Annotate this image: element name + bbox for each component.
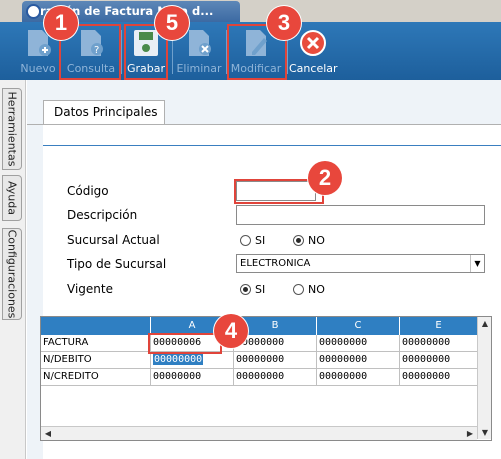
- vigente-label: Vigente: [67, 282, 113, 296]
- toolbar-separator: [121, 30, 122, 74]
- grid-cell[interactable]: 00000000: [234, 352, 317, 369]
- grid-horizontal-scrollbar[interactable]: ◀ ▶: [41, 426, 477, 440]
- descripcion-input[interactable]: [236, 205, 485, 225]
- grid-cell[interactable]: 00000000: [317, 369, 400, 386]
- vigente-no-radio[interactable]: [293, 284, 304, 295]
- vigente-no-label: NO: [308, 283, 325, 296]
- scroll-left-icon[interactable]: ◀: [41, 429, 55, 438]
- grid-column-header[interactable]: E: [400, 317, 478, 335]
- step-badge: 5: [155, 6, 189, 40]
- sucursal-actual-no-radio[interactable]: [293, 235, 304, 246]
- chevron-down-icon[interactable]: ▼: [470, 255, 484, 272]
- step-badge: 4: [214, 314, 248, 348]
- scroll-up-icon[interactable]: ▲: [478, 319, 492, 328]
- scroll-right-icon[interactable]: ▶: [463, 429, 477, 438]
- step-badge: 3: [267, 6, 301, 40]
- highlight-factura-a: [148, 333, 222, 354]
- tab-datos-principales[interactable]: Datos Principales: [43, 100, 165, 124]
- vigente-si-label: SI: [255, 283, 266, 296]
- tipo-sucursal-label: Tipo de Sucursal: [67, 257, 167, 271]
- cancel-icon: [300, 30, 326, 56]
- selected-cell-text: 00000000: [153, 354, 204, 365]
- grid-cell[interactable]: 00000000: [317, 335, 400, 352]
- grid-corner-header: [41, 317, 151, 335]
- grid-row-label: N/CREDITO: [41, 369, 151, 386]
- sucursal-actual-si-radio[interactable]: [240, 235, 251, 246]
- grid-cell-selected[interactable]: 00000000: [151, 352, 234, 369]
- sucursal-actual-label: Sucursal Actual: [67, 233, 160, 247]
- grid-cell[interactable]: 00000000: [400, 352, 478, 369]
- grid-column-header[interactable]: C: [317, 317, 400, 335]
- grid-vertical-scrollbar[interactable]: ▲ ▼: [477, 317, 491, 439]
- step-badge: 2: [308, 161, 342, 195]
- correlativos-grid: A B C E FACTURA 00000006 00000000 000000…: [40, 316, 492, 441]
- delete-document-icon: [189, 30, 211, 56]
- descripcion-label: Descripción: [67, 208, 138, 222]
- grid-cell[interactable]: 00000000: [400, 335, 478, 352]
- sidebar-tab-ayuda[interactable]: Ayuda: [2, 175, 22, 221]
- sucursal-actual-no-label: NO: [308, 234, 325, 247]
- step-badge: 1: [44, 6, 78, 40]
- grid-cell[interactable]: 00000000: [400, 369, 478, 386]
- left-sidebar: Herramientas Ayuda Configuraciones: [0, 80, 26, 459]
- grid-cell[interactable]: 00000000: [151, 369, 234, 386]
- app-logo-icon: [26, 4, 41, 19]
- section-divider: [43, 145, 501, 146]
- sidebar-tab-configuraciones[interactable]: Configuraciones: [2, 228, 22, 320]
- grid-row-label: FACTURA: [41, 335, 151, 352]
- scroll-down-icon[interactable]: ▼: [478, 428, 492, 437]
- vigente-si-radio[interactable]: [240, 284, 251, 295]
- sidebar-tab-herramientas[interactable]: Herramientas: [2, 88, 22, 170]
- tipo-sucursal-value: ELECTRONICA: [240, 258, 311, 269]
- grid-cell[interactable]: 00000000: [234, 369, 317, 386]
- grid-cell[interactable]: 00000000: [317, 352, 400, 369]
- sucursal-actual-si-label: SI: [255, 234, 266, 247]
- grid-row-label: N/DEBITO: [41, 352, 151, 369]
- codigo-label: Código: [67, 184, 109, 198]
- tipo-sucursal-select[interactable]: ELECTRONICA ▼: [236, 254, 485, 273]
